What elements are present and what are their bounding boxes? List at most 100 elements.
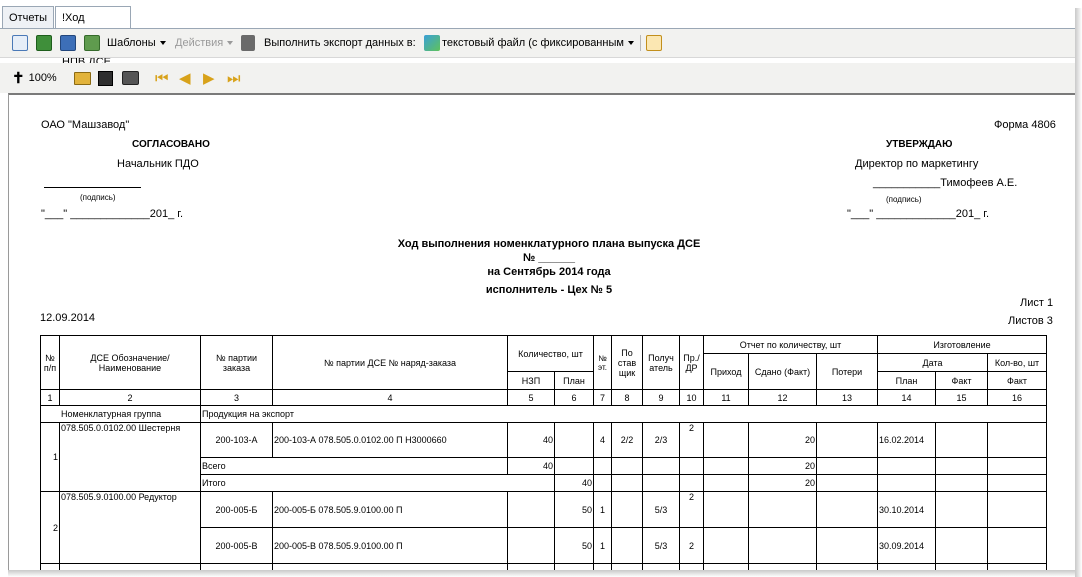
header-fact2: Факт [987,371,1047,390]
row-dse: 078.505.9.0100.00 Редуктор [59,491,201,564]
last-page-button[interactable]: ⏭ [227,63,241,93]
total-delivered: 20 [748,457,817,475]
tab-report-progress[interactable]: !Ход выполнения НПВ ДСЕ [55,6,132,68]
report-period: на Сентябрь 2014 года [487,266,611,278]
header-order-batch: № партии заказа [200,335,273,390]
company-name: ОАО "Машзавод" [41,119,130,131]
header-income: Приход [703,353,749,390]
zoom-control[interactable]: ✝ 100% [12,63,57,93]
row-income [703,422,749,458]
header-production: Изготовление [877,335,1047,354]
export-sheet-button[interactable] [84,29,100,57]
row-pr: 2 [679,422,704,458]
table-row[interactable]: 2 078.505.9.0100.00 Редуктор 200-005-Б 2… [40,491,1047,564]
total-label: Итого [200,474,555,492]
window-shadow-bottom [8,570,1075,577]
prev-page-icon: ◀ [179,70,191,87]
group-value: Продукция на экспорт [200,405,1047,423]
header-num: № п/п [40,335,60,390]
report-viewer[interactable]: ОАО "Машзавод" Форма 4806 СОГЛАСОВАНО На… [8,93,1076,572]
col-number: 3 [200,389,273,406]
excel-icon [36,35,52,51]
header-delivered: Сдано (Факт) [748,353,817,390]
col-number: 8 [611,389,643,406]
templates-menu[interactable]: Шаблоны [107,29,166,57]
col-number: 13 [816,389,878,406]
approver-right-name: ___________Тимофеев А.Е. [873,177,1018,189]
row-date-fact [935,422,988,458]
print-button[interactable] [122,63,139,93]
next-page-button[interactable]: ▶ [203,63,215,93]
row-stage: 4 [593,422,612,458]
chevron-down-icon [159,41,166,45]
main-toolbar: Шаблоны Действия Выполнить экспорт данны… [0,29,1075,58]
report-date: 12.09.2014 [40,312,96,324]
export-format-select[interactable]: текстовый файл (с фиксированным [424,34,636,52]
row-delivered: 20 [748,422,817,458]
row-stage: 1 [593,527,612,564]
export-word-button[interactable] [60,29,76,57]
folder-icon [74,71,91,85]
total-delivered: 20 [748,474,817,492]
row-order: 200-103-А [200,422,273,458]
chevron-down-icon [627,41,634,45]
header-plan2: План [877,371,936,390]
window-shadow-right [1075,8,1082,577]
row-pr: 2 [679,527,704,564]
row-income [703,527,749,564]
row-losses [816,527,878,564]
row-receiver: 2/3 [642,422,680,458]
row-date-plan: 30.09.2014 [877,527,936,564]
row-losses [816,491,878,528]
row-order: 200-005-Б [200,491,273,528]
header-nzp: НЗП [507,371,555,390]
row-dse: 078.505.0.0102.00 Шестерня [59,422,201,492]
prev-page-button[interactable]: ◀ [179,63,191,93]
export-excel-button[interactable] [36,29,52,57]
row-batch: 200-005-Б 078.505.9.0100.00 П [272,491,508,528]
sheet-count: Листов 3 [1008,315,1053,327]
approved-left: СОГЛАСОВАНО [132,139,210,150]
run-export-icon [646,35,662,51]
row-stage: 1 [593,491,612,528]
row-qty-fact [987,491,1047,528]
row-date-fact [935,491,988,528]
header-qty2: Кол-во, шт [987,353,1047,372]
export-icon-holder [241,29,255,57]
first-page-icon: ⏮ [155,69,169,87]
actions-label: Действия [175,37,224,49]
report-table: № п/п ДСЕ Обозначение/ Наименование № па… [40,335,1047,572]
word-icon [60,35,76,51]
table-row[interactable]: 1 078.505.0.0102.00 Шестерня 200-103-А 2… [40,422,1047,492]
row-number: 1 [40,422,60,492]
row-supplier [611,491,643,528]
form-number: Форма 4806 [994,119,1056,131]
row-losses [816,422,878,458]
last-page-icon: ⏭ [227,69,241,87]
export-format-value: текстовый файл (с фиксированным [442,37,624,49]
first-page-button[interactable]: ⏮ [155,63,169,93]
run-export-button[interactable] [646,29,662,57]
total-nzp: 40 [507,457,555,475]
open-report-button[interactable] [12,29,28,57]
save-button[interactable] [98,63,113,93]
report-executor: исполнитель - Цех № 5 [485,284,613,296]
open-button[interactable] [74,63,91,93]
row-supplier [611,527,643,564]
col-number: 7 [593,389,612,406]
row-pr: 2 [679,491,704,528]
zoom-value: 100% [28,72,57,84]
row-qty-fact [987,422,1047,458]
zoom-icon: ✝ [12,70,25,87]
col-number: 2 [59,389,201,406]
col-number: 11 [703,389,749,406]
tab-reports[interactable]: Отчеты [2,6,55,29]
row-receiver: 5/3 [642,527,680,564]
export-icon [241,35,255,51]
actions-menu[interactable]: Действия [175,29,234,57]
col-number: 1 [40,389,60,406]
col-number: 9 [642,389,680,406]
toolbar-separator [640,35,641,51]
chevron-down-icon [227,41,234,45]
col-number: 16 [987,389,1047,406]
